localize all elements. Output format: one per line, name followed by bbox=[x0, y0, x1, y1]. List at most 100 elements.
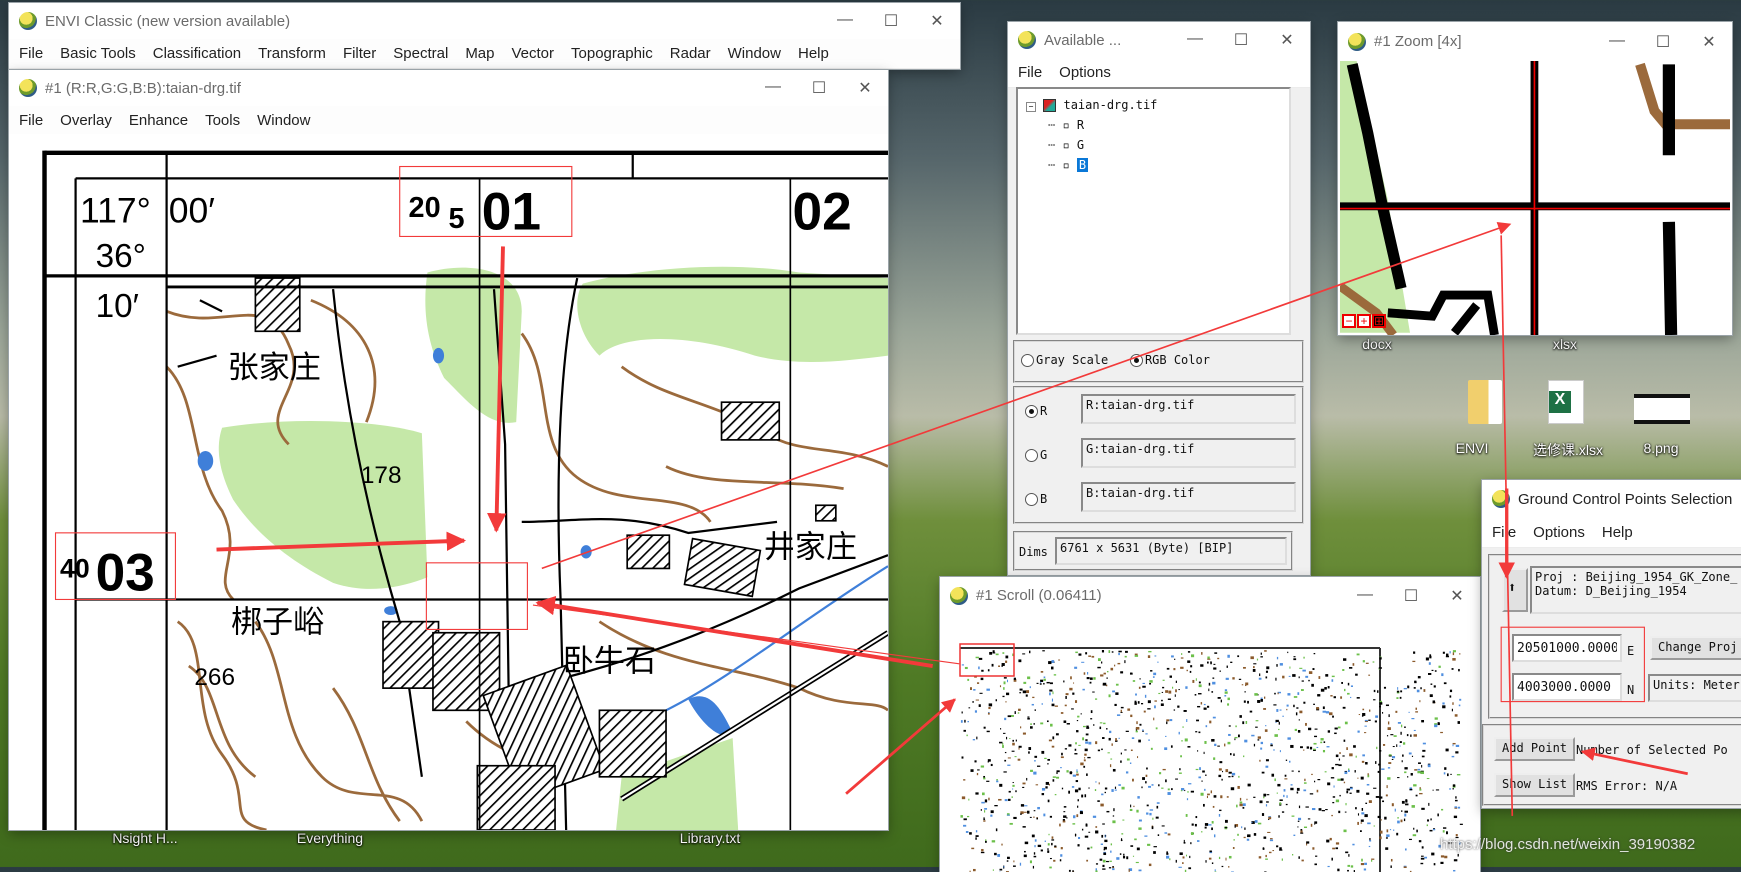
menu-classification[interactable]: Classification bbox=[153, 45, 241, 62]
channel-g-field[interactable]: G:taian-drg.tif bbox=[1081, 438, 1296, 468]
gcp-menu-bar: File Options Help bbox=[1482, 518, 1741, 548]
minimize-icon[interactable]: — bbox=[822, 11, 868, 31]
menu-file[interactable]: File bbox=[19, 112, 43, 129]
rgb-color-radio[interactable]: RGB Color bbox=[1130, 353, 1210, 367]
menu-file[interactable]: File bbox=[19, 45, 43, 62]
map-speckle bbox=[1032, 835, 1035, 838]
maximize-icon[interactable]: ☐ bbox=[1640, 32, 1686, 52]
map-speckle bbox=[1105, 792, 1106, 793]
menu-file[interactable]: File bbox=[1018, 64, 1042, 81]
tree-band-r[interactable]: ┄ ▫ R bbox=[1026, 115, 1281, 135]
menu-window[interactable]: Window bbox=[728, 45, 781, 62]
menu-radar[interactable]: Radar bbox=[670, 45, 711, 62]
minimize-icon[interactable]: — bbox=[1594, 32, 1640, 52]
desktop-label-library[interactable]: Library.txt bbox=[665, 830, 755, 846]
desktop-label-everything[interactable]: Everything bbox=[285, 830, 375, 846]
easting-input[interactable] bbox=[1512, 634, 1622, 662]
menu-topographic[interactable]: Topographic bbox=[571, 45, 653, 62]
map-speckle bbox=[1085, 739, 1087, 741]
map-speckle bbox=[1247, 836, 1248, 837]
channel-b-field[interactable]: B:taian-drg.tif bbox=[1081, 482, 1296, 512]
map-speckle bbox=[1203, 804, 1205, 807]
menu-help[interactable]: Help bbox=[1602, 524, 1633, 541]
map-speckle bbox=[1099, 782, 1100, 784]
menu-basic-tools[interactable]: Basic Tools bbox=[60, 45, 136, 62]
menu-file[interactable]: File bbox=[1492, 524, 1516, 541]
tree-band-g[interactable]: ┄ ▫ G bbox=[1026, 135, 1281, 155]
menu-map[interactable]: Map bbox=[465, 45, 494, 62]
maximize-icon[interactable]: ☐ bbox=[796, 78, 842, 98]
close-icon[interactable]: ✕ bbox=[1264, 30, 1310, 50]
map-speckle bbox=[1454, 806, 1456, 807]
collapse-icon[interactable]: − bbox=[1026, 102, 1036, 112]
maximize-icon[interactable]: ☐ bbox=[1388, 586, 1434, 606]
map-speckle bbox=[975, 710, 977, 712]
menu-tools[interactable]: Tools bbox=[205, 112, 240, 129]
show-list-button[interactable]: Show List bbox=[1494, 773, 1575, 797]
map-speckle bbox=[1013, 817, 1016, 819]
map-speckle bbox=[1064, 806, 1067, 808]
swap-coordinates-button[interactable]: ⬆ bbox=[1502, 568, 1528, 612]
band-tree[interactable]: − taian-drg.tif ┄ ▫ R ┄ ▫ G ┄ ▫ B bbox=[1016, 87, 1291, 335]
gray-scale-radio[interactable]: Gray Scale bbox=[1021, 353, 1108, 367]
add-point-button[interactable]: Add Point bbox=[1494, 737, 1575, 761]
menu-help[interactable]: Help bbox=[798, 45, 829, 62]
map-speckle bbox=[1048, 843, 1050, 845]
minimize-icon[interactable]: — bbox=[750, 78, 796, 98]
menu-transform[interactable]: Transform bbox=[258, 45, 326, 62]
close-icon[interactable]: ✕ bbox=[914, 11, 960, 31]
crosshair-toggle-icon[interactable]: ⊞ bbox=[1372, 314, 1386, 328]
menu-filter[interactable]: Filter bbox=[343, 45, 376, 62]
minimize-icon[interactable]: — bbox=[1172, 30, 1218, 50]
map-speckle bbox=[1104, 673, 1106, 675]
channel-r-field[interactable]: R:taian-drg.tif bbox=[1081, 394, 1296, 424]
minimize-icon[interactable]: — bbox=[1342, 586, 1388, 606]
map-speckle bbox=[1051, 839, 1054, 840]
zoom-out-icon[interactable]: − bbox=[1342, 314, 1356, 328]
close-icon[interactable]: ✕ bbox=[842, 78, 888, 98]
tree-band-b[interactable]: ┄ ▫ B bbox=[1026, 155, 1281, 175]
excel-icon[interactable]: X bbox=[1548, 380, 1584, 424]
map-speckle bbox=[1139, 724, 1141, 726]
map-speckle bbox=[1050, 724, 1053, 727]
desktop-icon-envi[interactable]: ENVI bbox=[1450, 440, 1494, 456]
change-proj-button[interactable]: Change Proj bbox=[1650, 636, 1741, 660]
zoom-in-icon[interactable]: + bbox=[1357, 314, 1371, 328]
tree-file-node[interactable]: − taian-drg.tif bbox=[1026, 95, 1281, 115]
units-dropdown[interactable]: Units: Meter bbox=[1648, 674, 1741, 702]
map-speckle bbox=[1460, 824, 1463, 825]
desktop-icon-8png[interactable]: 8.png bbox=[1636, 440, 1686, 456]
map-speckle bbox=[981, 765, 984, 767]
maximize-icon[interactable]: ☐ bbox=[868, 11, 914, 31]
northing-input[interactable] bbox=[1512, 673, 1622, 701]
map-speckle bbox=[1123, 854, 1124, 856]
close-icon[interactable]: ✕ bbox=[1434, 586, 1480, 606]
image-file-icon[interactable] bbox=[1634, 394, 1690, 424]
channel-b-radio[interactable]: B bbox=[1025, 492, 1047, 506]
map-speckle bbox=[1260, 800, 1263, 803]
scroll-overview-image[interactable] bbox=[940, 614, 1480, 872]
desktop-icon-docx[interactable]: docx bbox=[1357, 336, 1397, 352]
map-speckle bbox=[1113, 815, 1114, 816]
channel-g-radio[interactable]: G bbox=[1025, 448, 1047, 462]
map-speckle bbox=[1115, 738, 1117, 741]
menu-enhance[interactable]: Enhance bbox=[129, 112, 188, 129]
desktop-icon-xlsx[interactable]: xlsx bbox=[1545, 336, 1585, 352]
menu-spectral[interactable]: Spectral bbox=[393, 45, 448, 62]
map-speckle bbox=[1138, 740, 1141, 743]
menu-overlay[interactable]: Overlay bbox=[60, 112, 112, 129]
desktop-label-nsight[interactable]: Nsight H... bbox=[100, 830, 190, 846]
map-image[interactable]: 117° 00′ 36° 10′ 20 5 01 02 40 03 张家庄 17… bbox=[9, 134, 888, 830]
desktop-icon-xuanxiuke[interactable]: 选修课.xlsx bbox=[1525, 440, 1611, 460]
map-speckle bbox=[981, 802, 984, 804]
menu-window[interactable]: Window bbox=[257, 112, 310, 129]
menu-options[interactable]: Options bbox=[1059, 64, 1111, 81]
close-icon[interactable]: ✕ bbox=[1686, 32, 1732, 52]
zoom-image[interactable] bbox=[1340, 61, 1730, 335]
folder-icon[interactable] bbox=[1468, 380, 1502, 424]
channel-r-radio[interactable]: R bbox=[1025, 404, 1047, 418]
menu-vector[interactable]: Vector bbox=[512, 45, 555, 62]
menu-options[interactable]: Options bbox=[1533, 524, 1585, 541]
map-speckle bbox=[1003, 687, 1004, 690]
maximize-icon[interactable]: ☐ bbox=[1218, 30, 1264, 50]
